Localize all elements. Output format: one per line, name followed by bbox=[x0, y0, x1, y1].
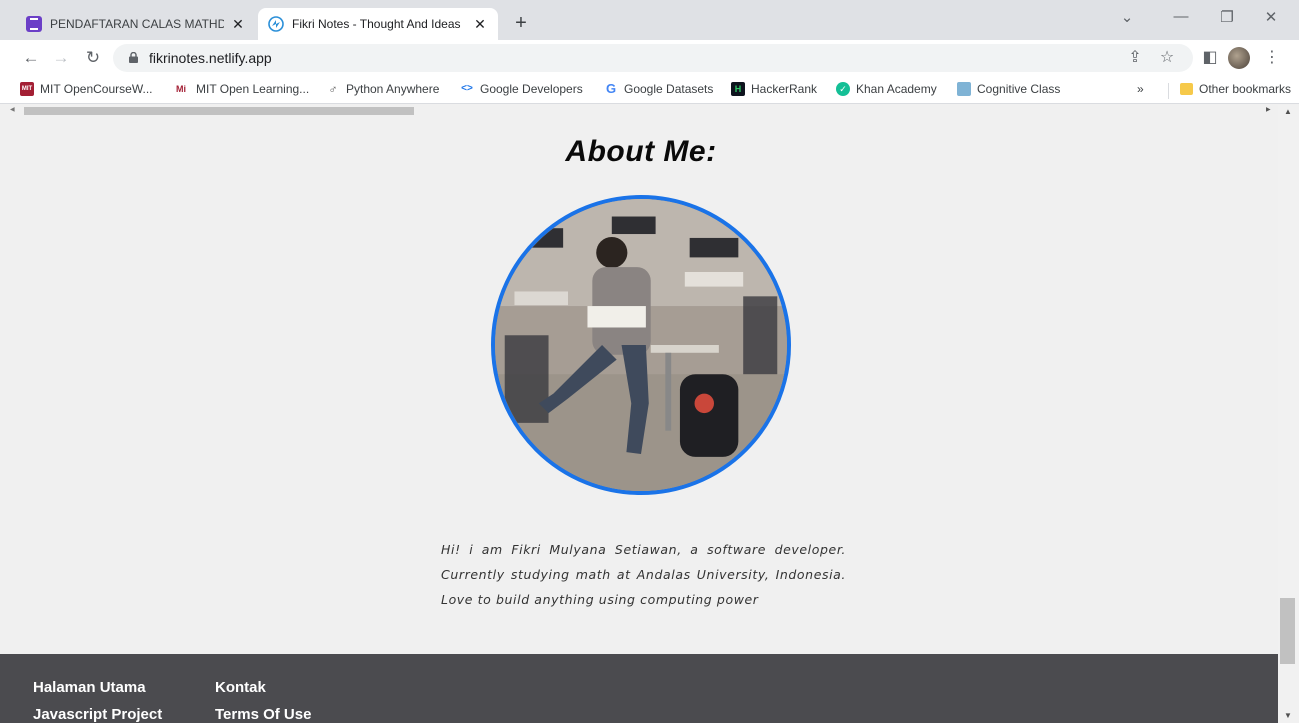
tab-title: Fikri Notes - Thought And Ideas bbox=[292, 17, 461, 31]
python-anywhere-icon: ♂ bbox=[328, 82, 338, 96]
reload-icon[interactable]: ↻ bbox=[82, 47, 104, 69]
close-icon[interactable]: ✕ bbox=[230, 16, 246, 33]
bookmarks-divider bbox=[1168, 83, 1169, 99]
share-icon[interactable]: ⇪ bbox=[1125, 48, 1145, 68]
bookmark-google-developers[interactable]: <> Google Developers bbox=[460, 82, 583, 96]
close-window-icon[interactable]: ✕ bbox=[1256, 8, 1286, 26]
close-icon[interactable]: ✕ bbox=[472, 16, 488, 33]
bookmark-mit-ocw[interactable]: MIT MIT OpenCourseW... bbox=[20, 82, 152, 96]
footer-link-javascript-project[interactable]: Javascript Project bbox=[33, 706, 162, 723]
menu-icon[interactable]: ⋮ bbox=[1262, 48, 1282, 68]
bookmark-cognitive-class[interactable]: Cognitive Class bbox=[957, 82, 1060, 96]
khan-academy-icon: ✓ bbox=[836, 82, 850, 96]
tab-search-icon[interactable]: ⌄ bbox=[1112, 8, 1142, 26]
mit-ocw-icon: MIT bbox=[20, 82, 34, 96]
lock-icon bbox=[129, 52, 138, 63]
bookmarks-bar: MIT MIT OpenCourseW... Mi MIT Open Learn… bbox=[0, 76, 1299, 104]
scroll-up-arrow-icon[interactable]: ▲ bbox=[1284, 107, 1292, 116]
side-panel-icon[interactable]: ◧ bbox=[1200, 48, 1220, 68]
bookmark-google-datasets[interactable]: G Google Datasets bbox=[604, 81, 713, 97]
bookmark-python-anywhere[interactable]: ♂ Python Anywhere bbox=[326, 82, 440, 96]
cognitive-class-icon bbox=[957, 82, 971, 96]
forward-icon[interactable]: → bbox=[50, 47, 72, 69]
profile-photo bbox=[491, 195, 791, 495]
site-footer: Halaman Utama Javascript Project Kontak … bbox=[0, 654, 1278, 723]
profile-avatar[interactable] bbox=[1228, 47, 1250, 69]
minimize-icon[interactable]: — bbox=[1166, 8, 1196, 25]
scroll-down-arrow-icon[interactable]: ▼ bbox=[1284, 711, 1292, 720]
horizontal-scroll-thumb[interactable] bbox=[24, 107, 414, 115]
scroll-left-arrow-icon[interactable]: ◀ bbox=[10, 106, 15, 113]
about-heading: About Me: bbox=[565, 135, 717, 168]
browser-toolbar: ← → ↻ fikrinotes.netlify.app ⇪ ☆ ◧ ⋮ bbox=[0, 40, 1299, 76]
url-text: fikrinotes.netlify.app bbox=[149, 50, 272, 66]
new-tab-button[interactable]: + bbox=[508, 11, 534, 37]
page-viewport: ◀ ▶ About Me: Hi! i am Fikri Mulyana Set… bbox=[0, 105, 1278, 723]
google-icon: G bbox=[605, 81, 617, 96]
restore-icon[interactable]: ❐ bbox=[1212, 8, 1242, 26]
bookmark-star-icon[interactable]: ☆ bbox=[1157, 48, 1177, 68]
google-developers-icon: <> bbox=[461, 83, 473, 94]
netlify-icon bbox=[268, 16, 284, 32]
horizontal-scrollbar[interactable]: ◀ ▶ bbox=[0, 105, 1278, 116]
footer-link-home[interactable]: Halaman Utama bbox=[33, 679, 146, 696]
bookmark-mit-open-learning[interactable]: Mi MIT Open Learning... bbox=[172, 82, 309, 96]
back-icon[interactable]: ← bbox=[20, 47, 42, 69]
google-forms-icon bbox=[26, 16, 42, 32]
footer-link-contact[interactable]: Kontak bbox=[215, 679, 266, 696]
vertical-scrollbar[interactable]: ▲ ▼ bbox=[1278, 105, 1299, 723]
mit-icon: Mi bbox=[176, 84, 186, 94]
folder-icon bbox=[1180, 83, 1193, 95]
scroll-right-arrow-icon[interactable]: ▶ bbox=[1266, 106, 1271, 113]
tab-forms[interactable]: PENDAFTARAN CALAS MATHDA ✕ bbox=[16, 8, 256, 40]
hackerrank-icon: H bbox=[731, 82, 745, 96]
bookmark-hackerrank[interactable]: H HackerRank bbox=[731, 82, 817, 96]
bookmark-khan-academy[interactable]: ✓ Khan Academy bbox=[836, 82, 937, 96]
tab-fikri-notes[interactable]: Fikri Notes - Thought And Ideas ✕ bbox=[258, 8, 498, 40]
tab-title: PENDAFTARAN CALAS MATHDA bbox=[50, 17, 224, 31]
tab-strip: PENDAFTARAN CALAS MATHDA ✕ Fikri Notes -… bbox=[0, 0, 1299, 40]
bio-text: Hi! i am Fikri Mulyana Setiawan, a softw… bbox=[441, 542, 846, 607]
bookmarks-overflow-button[interactable]: » bbox=[1137, 82, 1144, 96]
other-bookmarks-folder[interactable]: Other bookmarks bbox=[1180, 82, 1291, 96]
vertical-scroll-thumb[interactable] bbox=[1280, 598, 1295, 664]
footer-link-terms[interactable]: Terms Of Use bbox=[215, 706, 311, 723]
address-bar[interactable]: fikrinotes.netlify.app ⇪ ☆ bbox=[113, 44, 1193, 72]
